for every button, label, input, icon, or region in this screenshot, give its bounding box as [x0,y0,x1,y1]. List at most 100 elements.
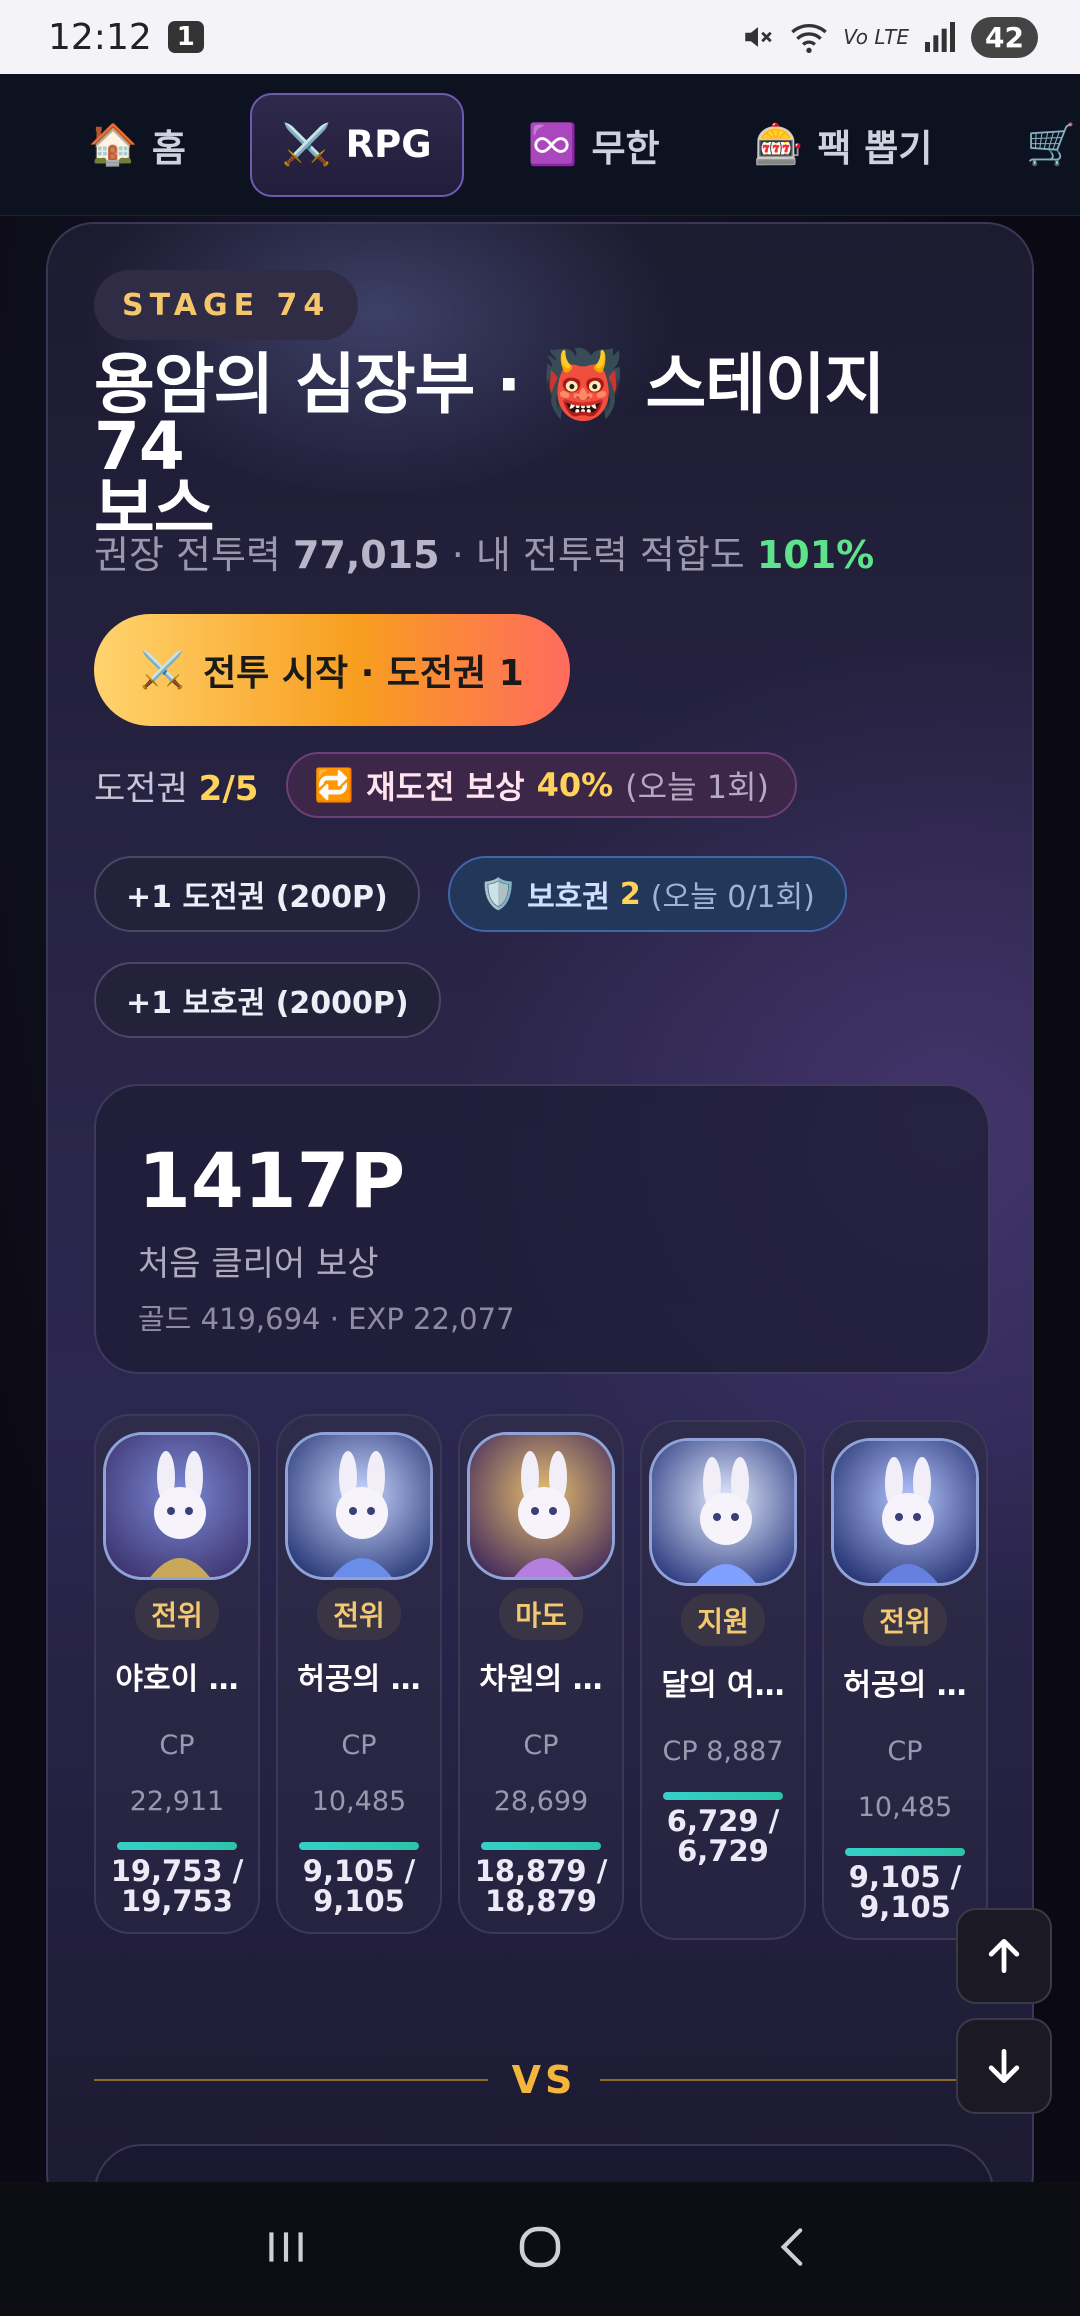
enemy-card [94,2144,994,2182]
member-cp: CP 22,911 [130,1718,224,1830]
member-hp: 19,753 / 19,753 [111,1856,244,1916]
hp-bar [663,1792,783,1800]
member-hp: 9,105 / 9,105 [849,1862,961,1922]
buy-shield-button[interactable]: +1 보호권 (2000P) [94,962,441,1038]
hp-line1: 6,729 / [666,1804,780,1838]
cp-label: CP 8,887 [662,1736,784,1767]
status-bar: 12:12 1 Vo LTE 42 [0,0,1080,74]
start-battle-button[interactable]: ⚔️ 전투 시작 · 도전권 1 [94,614,570,726]
member-cp: CP 10,485 [312,1718,406,1830]
hp-bar [481,1842,601,1850]
party-member-card[interactable]: 마도 차원의 … CP 28,699 18,879 / 18,879 [458,1414,624,1934]
hp-line1: 19,753 / [110,1854,244,1888]
hp-line2: 9,105 [859,1890,951,1924]
cp-value: 10,485 [311,1786,407,1817]
shield-label: 보호권 [527,880,610,915]
ticket-row: 도전권 2/5 🔁 재도전 보상 40% (오늘 1회) [94,752,797,818]
shield-note: (오늘 0/1회) [650,880,815,915]
signal-icon [923,22,957,52]
fit-label: · 내 전투력 적합도 [451,533,745,577]
tab-shop[interactable]: 🛒 [996,93,1080,197]
member-hp: 9,105 / 9,105 [303,1856,415,1916]
shield-badge[interactable]: 🛡️ 보호권 2 (오늘 0/1회) [447,856,847,932]
buy-ticket-button[interactable]: +1 도전권 (200P) [94,856,420,932]
hp-line1: 18,879 / [474,1854,608,1888]
member-cp: CP 8,887 [662,1724,783,1780]
arrow-down-icon [988,2048,1020,2084]
stage-title-line1: 용암의 심장부 · 👹 스테이지 74 [94,346,885,485]
tab-infinite[interactable]: ♾️ 무한 [498,93,690,197]
hp-line2: 6,729 [677,1834,769,1868]
back-icon [780,2228,803,2266]
tab-label: 홈 [151,126,186,170]
party-list: 전위 야호이 … CP 22,911 19,753 / 19,753 전위 허공… [94,1414,994,1940]
member-name: 야호이 … [115,1662,239,1697]
cp-label: CP [341,1730,377,1761]
scroll-down-button[interactable] [956,2018,1052,2114]
party-member-card[interactable]: 지원 달의 여… CP 8,887 6,729 / 6,729 [640,1420,806,1940]
member-name: 허공의 … [297,1662,421,1697]
hp-bar [299,1842,419,1850]
tab-home[interactable]: 🏠 홈 [58,93,216,197]
wifi-icon [789,20,829,54]
home-circle-icon [519,2226,561,2268]
top-nav: 🏠 홈 ⚔️ RPG ♾️ 무한 🎰 팩 뽑기 🛒 [0,74,1080,216]
tickets-label: 도전권 [94,768,188,809]
purchase-row-2: +1 보호권 (2000P) [94,962,441,1038]
battery-indicator: 42 [971,16,1038,58]
member-cp: CP 28,699 [494,1718,588,1830]
party-member-card[interactable]: 전위 야호이 … CP 22,911 19,753 / 19,753 [94,1414,260,1934]
character-portrait [103,1432,251,1580]
back-button[interactable] [769,2222,819,2276]
arrow-up-icon [988,1938,1020,1974]
hp-line2: 9,105 [313,1884,405,1918]
hp-line1: 9,105 / [848,1860,962,1894]
stage-card: STAGE 74 용암의 심장부 · 👹 스테이지 74 보스 권장 전투력 7… [46,222,1034,2182]
recommend-value: 77,015 [292,533,440,577]
cart-icon: 🛒 [1026,122,1077,168]
purchase-row: +1 도전권 (200P) 🛡️ 보호권 2 (오늘 0/1회) [94,856,847,932]
mute-icon [741,20,775,54]
start-battle-label: 전투 시작 · 도전권 1 [203,653,524,694]
hp-bar [117,1842,237,1850]
cp-value: 28,699 [493,1786,589,1817]
reward-label: 처음 클리어 보상 [138,1244,379,1284]
member-hp: 6,729 / 6,729 [667,1806,779,1866]
retry-reward-badge: 🔁 재도전 보상 40% (오늘 1회) [286,752,797,818]
tickets-status: 도전권 2/5 [94,761,258,810]
cp-value: 22,911 [129,1786,225,1817]
tab-label: 무한 [591,126,660,170]
cp-label: CP [159,1730,195,1761]
cp-value: 10,485 [857,1792,953,1823]
character-portrait [649,1438,797,1586]
cp-label: CP [887,1736,923,1767]
retry-note: (오늘 1회) [625,768,769,806]
status-time: 12:12 [48,16,152,58]
home-button[interactable] [513,2220,567,2278]
hp-line2: 18,879 [485,1884,597,1918]
tab-label: RPG [345,123,432,166]
notification-badge: 1 [167,21,204,53]
member-hp: 18,879 / 18,879 [475,1856,608,1916]
slot-machine-icon: 🎰 [753,122,804,168]
tab-rpg[interactable]: ⚔️ RPG [249,92,464,197]
stage-badge: STAGE 74 [94,270,359,340]
tab-pack-draw[interactable]: 🎰 팩 뽑기 [724,93,963,197]
party-member-card[interactable]: 전위 허공의 … CP 10,485 9,105 / 9,105 [822,1420,988,1940]
tab-label: 팩 뽑기 [817,126,933,170]
role-badge: 지원 [681,1594,765,1646]
recent-apps-button[interactable] [261,2222,311,2276]
role-badge: 전위 [863,1594,947,1646]
shield-count: 2 [619,876,641,912]
network-type-label: Vo LTE [843,25,910,49]
vs-label: VS [511,2058,577,2102]
party-member-card[interactable]: 전위 허공의 … CP 10,485 9,105 / 9,105 [276,1414,442,1934]
hp-line2: 19,753 [121,1884,233,1918]
character-portrait [285,1432,433,1580]
member-name: 차원의 … [479,1662,603,1697]
scroll-up-button[interactable] [956,1908,1052,2004]
infinity-icon: ♾️ [527,122,578,168]
home-icon: 🏠 [88,122,138,168]
fit-value: 101% [756,533,875,577]
member-cp: CP 10,485 [858,1724,952,1836]
